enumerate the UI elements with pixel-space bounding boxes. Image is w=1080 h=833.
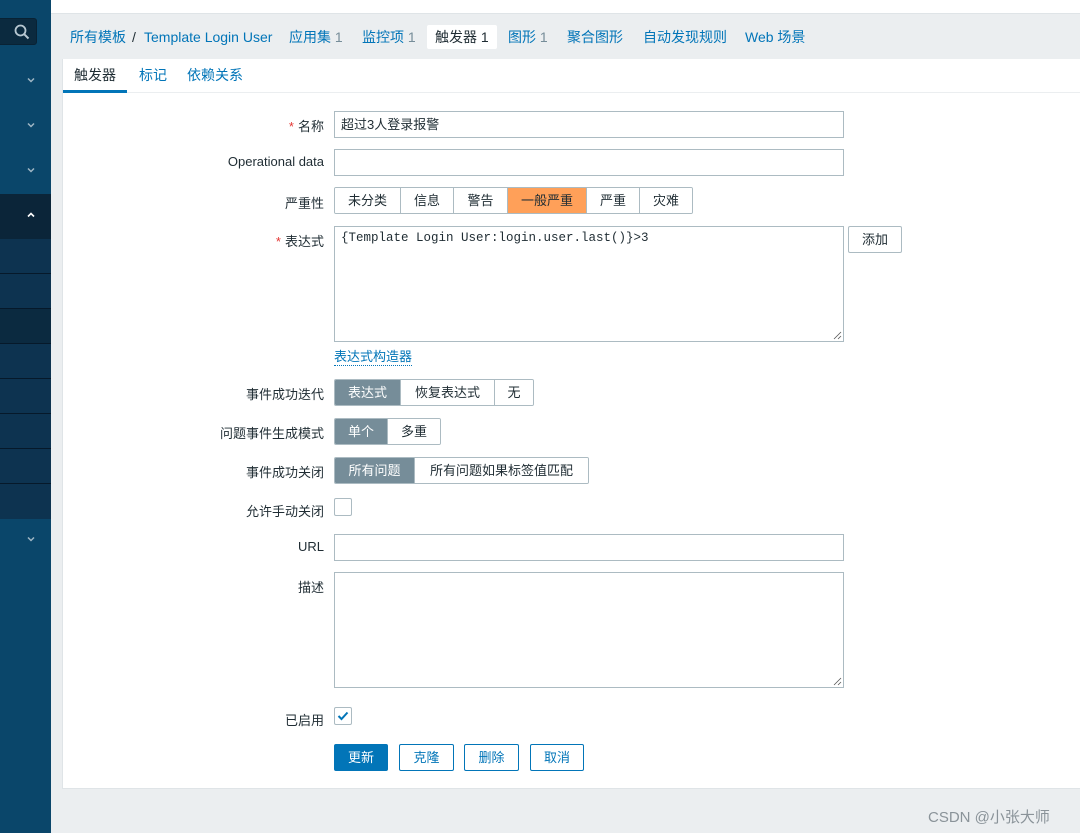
breadcrumb-all-templates[interactable]: 所有模板 [70,25,126,49]
description-textarea[interactable] [334,572,844,688]
breadcrumb-nav: 所有模板 / Template Login User 应用集 1 监控项 1 触… [51,13,1080,59]
sidebar [0,0,51,833]
tab-trigger[interactable]: 触发器 [63,59,127,93]
checkmark-icon [337,711,349,721]
expression-label-text: 表达式 [284,234,324,249]
sidebar-subitem-active[interactable] [0,309,51,344]
sidebar-subitem[interactable] [0,239,51,274]
severity-average[interactable]: 一般严重 [508,188,587,213]
closes-if-tag-match[interactable]: 所有问题如果标签值匹配 [415,458,588,483]
expression-textarea[interactable]: {Template Login User:login.user.last()}>… [334,226,844,342]
sidebar-subitem[interactable] [0,449,51,484]
nav-label: 监控项 [362,29,404,45]
sidebar-subitem[interactable] [0,274,51,309]
trigger-form-panel: 触发器 标记 依赖关系 * 名称 超过3人登录报警 Operational dat… [62,59,1080,789]
problem-mode-single[interactable]: 单个 [335,419,388,444]
chevron-down-icon [27,536,35,542]
severity-warning[interactable]: 警告 [454,188,508,213]
chevron-down-icon [27,167,35,173]
severity-high[interactable]: 严重 [587,188,640,213]
ok-event-expression[interactable]: 表达式 [335,380,401,405]
chevron-down-icon [27,122,35,128]
sidebar-subitem[interactable] [0,344,51,379]
nav-graphs[interactable]: 图形 1 [508,25,548,49]
sidebar-section-3[interactable] [0,149,51,194]
ok-event-closes-label: 事件成功关闭 [245,465,324,480]
clone-button[interactable]: 克隆 [399,744,454,771]
sidebar-subitem[interactable] [0,379,51,414]
top-strip [51,0,1080,13]
watermark: CSDN @小张大师 [928,809,1050,826]
nav-count: 1 [539,29,548,45]
nav-items[interactable]: 监控项 1 [362,25,416,49]
ok-event-generation-selector: 表达式 恢复表达式 无 [334,379,534,406]
name-input[interactable]: 超过3人登录报警 [334,111,844,138]
operational-data-input[interactable] [334,149,844,176]
required-mark: * [288,119,294,134]
allow-manual-close-label: 允许手动关闭 [245,504,324,519]
resize-grip-icon[interactable] [832,676,842,686]
chevron-down-icon [27,77,35,83]
nav-applications[interactable]: 应用集 1 [289,25,343,49]
ok-event-recovery-expression[interactable]: 恢复表达式 [401,380,495,405]
required-mark: * [275,234,281,249]
resize-grip-icon[interactable] [832,330,842,340]
nav-triggers[interactable]: 触发器 1 [427,25,497,49]
allow-manual-close-checkbox[interactable] [334,498,352,516]
expression-constructor-link[interactable]: 表达式构造器 [334,349,413,366]
sidebar-section-2[interactable] [0,104,51,149]
enabled-checkbox[interactable] [334,707,352,725]
url-input[interactable] [334,534,844,561]
severity-information[interactable]: 信息 [401,188,454,213]
sidebar-section-configuration[interactable] [0,194,51,239]
search-icon [14,24,30,40]
cancel-button[interactable]: 取消 [530,744,584,771]
breadcrumb-separator: / [132,29,136,45]
nav-discovery-rules[interactable]: 自动发现规则 [643,25,727,49]
closes-all-problems[interactable]: 所有问题 [335,458,415,483]
add-expression-button[interactable]: 添加 [848,226,902,253]
nav-label: 图形 [508,29,536,45]
nav-web-scenarios[interactable]: Web 场景 [745,25,805,49]
chevron-up-icon [27,212,35,218]
name-label: * 名称 [289,116,324,135]
ok-event-closes-selector: 所有问题 所有问题如果标签值匹配 [334,457,589,484]
sidebar-search-button[interactable] [0,18,37,45]
expression-label: * 表达式 [276,231,324,250]
name-label-text: 名称 [297,119,324,134]
tab-dependencies[interactable]: 依赖关系 [187,59,243,93]
ok-event-none[interactable]: 无 [495,380,533,405]
sidebar-subitem[interactable] [0,414,51,449]
sidebar-section-1[interactable] [0,59,51,104]
expression-value: {Template Login User:login.user.last()}>… [341,231,649,245]
nav-count: 1 [480,29,489,45]
nav-label: 触发器 [435,29,477,45]
severity-not-classified[interactable]: 未分类 [335,188,401,213]
enabled-label: 已启用 [284,713,324,728]
url-label: URL [297,539,324,554]
operational-data-label: Operational data [227,154,324,169]
ok-event-generation-label: 事件成功迭代 [245,387,324,402]
nav-count: 1 [407,29,416,45]
nav-count: 1 [334,29,343,45]
problem-mode-multiple[interactable]: 多重 [388,419,440,444]
severity-selector: 未分类 信息 警告 一般严重 严重 灾难 [334,187,693,214]
sidebar-section-5[interactable] [0,518,51,563]
tab-tags[interactable]: 标记 [138,59,168,93]
sidebar-subitem[interactable] [0,484,51,519]
severity-label: 严重性 [284,196,324,211]
nav-screens[interactable]: 聚合图形 [567,25,623,49]
update-button[interactable]: 更新 [334,744,388,771]
nav-label: 应用集 [289,29,331,45]
description-label: 描述 [297,580,324,595]
problem-event-mode-label: 问题事件生成模式 [219,426,324,441]
delete-button[interactable]: 删除 [464,744,519,771]
severity-disaster[interactable]: 灾难 [640,188,692,213]
problem-event-mode-selector: 单个 多重 [334,418,441,445]
form-tabs: 触发器 标记 依赖关系 [63,59,1080,93]
breadcrumb-template-name[interactable]: Template Login User [144,25,272,49]
